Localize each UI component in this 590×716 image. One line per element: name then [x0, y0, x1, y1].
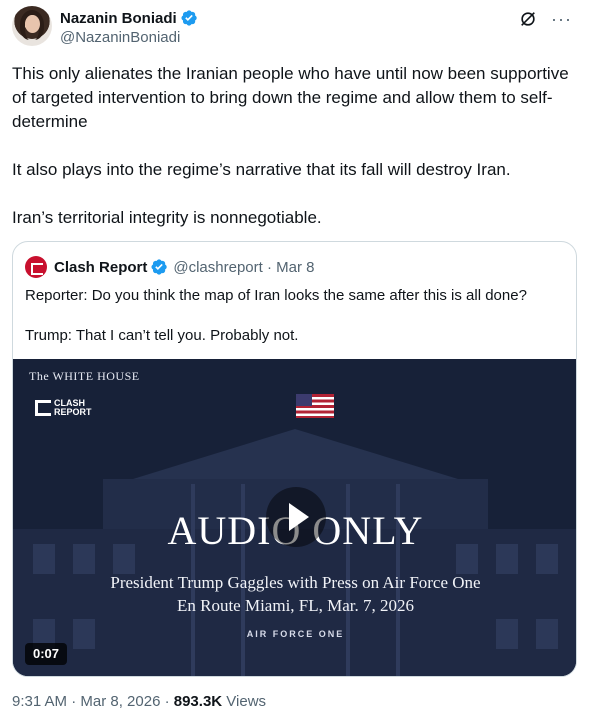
- author-name[interactable]: Nazanin Boniadi: [60, 10, 177, 27]
- tweet-timestamp[interactable]: 9:31 AM · Mar 8, 2026 ·: [12, 693, 174, 710]
- clash-logo-mark: [35, 400, 51, 416]
- tweet-footer: 9:31 AM · Mar 8, 2026 · 893.3K Views: [12, 693, 266, 710]
- verified-badge-icon: [151, 259, 168, 275]
- quoted-tweet-header: Clash Report @clashreport · Mar 8: [25, 256, 314, 278]
- more-options-icon[interactable]: ···: [551, 10, 572, 28]
- tweet-paragraph-1: This only alienates the Iranian people w…: [12, 64, 569, 131]
- author-avatar[interactable]: [12, 6, 52, 46]
- quoted-tweet-card[interactable]: Clash Report @clashreport · Mar 8 Report…: [12, 241, 577, 677]
- views-count[interactable]: 893.3K: [174, 693, 222, 710]
- author-handle[interactable]: @NazaninBoniadi: [60, 29, 180, 46]
- tweet-paragraph-3: Iran’s territorial integrity is nonnegot…: [12, 208, 322, 227]
- quoted-line-2: Trump: That I can’t tell you. Probably n…: [25, 327, 299, 344]
- tweet-text: This only alienates the Iranian people w…: [12, 62, 578, 230]
- quoted-author-name[interactable]: Clash Report: [54, 259, 147, 276]
- quoted-handle-date[interactable]: @clashreport · Mar 8: [173, 259, 314, 276]
- video-player[interactable]: The WHITE HOUSE CLASH REPORT AUDIO ONLY …: [13, 359, 576, 676]
- clash-logo-text: CLASH REPORT: [54, 399, 92, 417]
- quoted-line-1: Reporter: Do you think the map of Iran l…: [25, 287, 527, 304]
- tweet-paragraph-2: It also plays into the regime’s narrativ…: [12, 160, 511, 179]
- quoted-author-avatar[interactable]: [25, 256, 47, 278]
- tweet-header: Nazanin Boniadi @NazaninBoniadi ···: [12, 4, 578, 48]
- avatar-face: [25, 15, 40, 33]
- grok-icon[interactable]: [519, 10, 537, 28]
- play-button-icon[interactable]: [266, 487, 326, 547]
- clash-report-logo: CLASH REPORT: [35, 399, 92, 417]
- us-flag-icon: [296, 394, 334, 418]
- verified-badge-icon: [181, 10, 197, 26]
- header-actions: ···: [519, 10, 572, 28]
- clash-logo-line2: REPORT: [54, 407, 92, 417]
- white-house-label: The WHITE HOUSE: [29, 369, 140, 383]
- video-subtitle-3: AIR FORCE ONE: [246, 629, 345, 639]
- quoted-tweet-text: Reporter: Do you think the map of Iran l…: [25, 286, 565, 346]
- video-subtitle-1: President Trump Gaggles with Press on Ai…: [110, 573, 481, 592]
- video-duration-badge: 0:07: [25, 643, 68, 665]
- author-name-row: Nazanin Boniadi: [60, 9, 198, 27]
- views-label: Views: [222, 693, 267, 710]
- video-subtitle-2: En Route Miami, FL, Mar. 7, 2026: [176, 596, 415, 615]
